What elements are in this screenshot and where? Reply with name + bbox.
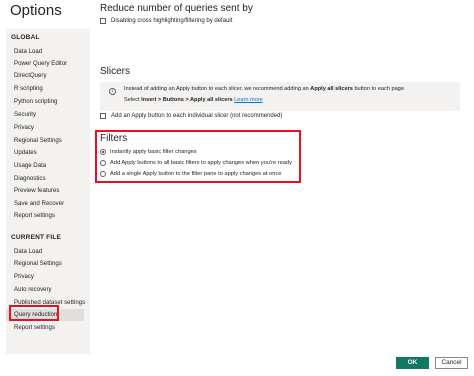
sidebar-item-security[interactable]: Security [6,109,84,121]
slicers-info-box: i Instead of adding an Apply button to e… [100,82,460,111]
filter-apply-each-label: Add Apply buttons to all basic filters t… [110,159,292,166]
disable-cross-highlight-option[interactable]: Disabling cross highlighting/filtering b… [100,16,232,26]
info-icon: i [109,88,116,95]
disable-cross-highlight-label: Disabling cross highlighting/filtering b… [111,18,233,24]
window-title: Options [10,2,62,19]
sidebar-item-file-data-load[interactable]: Data Load [6,246,84,258]
sidebar-item-updates[interactable]: Updates [6,147,84,159]
sidebar-item-usage-data[interactable]: Usage Data [6,160,84,172]
ok-button[interactable]: OK [396,357,429,369]
sidebar-item-auto-recovery[interactable]: Auto recovery [6,284,84,296]
slicers-heading: Slicers [100,66,131,77]
sidebar-item-data-load[interactable]: Data Load [6,46,84,58]
sidebar-item-python-scripting[interactable]: Python scripting [6,96,84,108]
slicer-apply-label: Add an Apply button to each individual s… [111,113,283,119]
sidebar-item-file-report-settings[interactable]: Report settings [6,322,84,334]
reduce-queries-heading: Reduce number of queries sent by [100,3,253,14]
filter-apply-each-radio[interactable] [100,159,106,166]
global-section-heading: GLOBAL [11,34,40,41]
disable-cross-highlight-checkbox[interactable] [100,18,106,24]
filter-option-single-apply[interactable]: Add a single Apply button to the filter … [100,169,281,178]
sidebar-item-r-scripting[interactable]: R scripting [6,83,84,95]
info-line-2: Select Insert > Buttons > Apply all slic… [124,97,263,103]
filter-instant-label: Instantly apply basic filter changes [110,148,197,155]
sidebar-item-preview-features[interactable]: Preview features [6,185,84,197]
filter-single-apply-label: Add a single Apply button to the filter … [110,170,282,177]
cancel-button[interactable]: Cancel [435,357,468,369]
filter-instant-radio[interactable] [100,148,106,155]
sidebar-item-report-settings[interactable]: Report settings [6,210,84,222]
filter-single-apply-radio[interactable] [100,170,106,177]
info-line-1: Instead of adding an Apply button to eac… [124,86,406,92]
sidebar-item-file-privacy[interactable]: Privacy [6,271,84,283]
sidebar-item-directquery[interactable]: DirectQuery [6,70,84,82]
query-reduction-highlight-box [9,305,59,321]
learn-more-link[interactable]: Learn more [234,97,263,103]
sidebar-item-diagnostics[interactable]: Diagnostics [6,173,84,185]
filters-heading: Filters [100,133,128,144]
sidebar-item-save-and-recover[interactable]: Save and Recover [6,198,84,210]
sidebar-item-file-regional-settings[interactable]: Regional Settings [6,258,84,270]
sidebar-item-regional-settings[interactable]: Regional Settings [6,135,84,147]
sidebar-item-power-query-editor[interactable]: Power Query Editor [6,58,84,70]
slicer-apply-checkbox[interactable] [100,113,106,119]
filter-option-apply-each[interactable]: Add Apply buttons to all basic filters t… [100,158,292,167]
slicer-apply-option[interactable]: Add an Apply button to each individual s… [100,111,282,121]
filter-option-instant[interactable]: Instantly apply basic filter changes [100,147,197,156]
current-file-section-heading: CURRENT FILE [11,234,62,241]
sidebar-item-privacy[interactable]: Privacy [6,122,84,134]
